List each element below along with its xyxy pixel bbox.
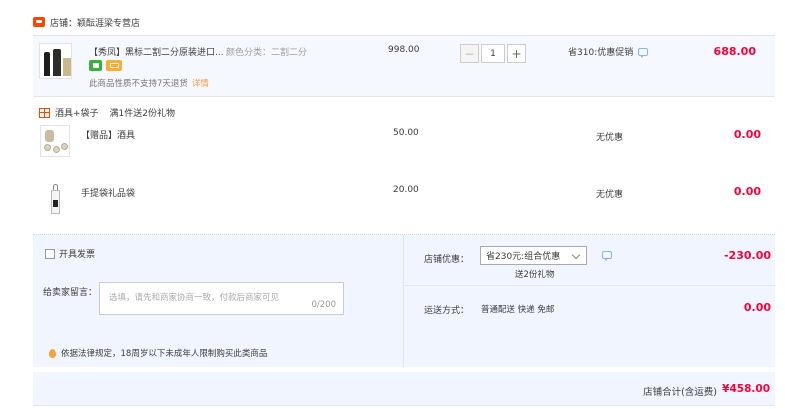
shop-name[interactable]: 店铺：颖酝涯梁专营店 bbox=[50, 16, 140, 29]
gift-thumbnail[interactable] bbox=[40, 125, 70, 157]
shop-promo-label: 店铺优惠： bbox=[424, 255, 470, 265]
gift-section-header: 酒具+袋子 满1件送2份礼物 bbox=[39, 106, 175, 119]
coupon-tag-icon bbox=[89, 60, 102, 71]
panel-divider bbox=[403, 235, 404, 368]
location-pin-icon bbox=[49, 348, 56, 358]
invoice-label: 开具发票 bbox=[59, 250, 96, 260]
legal-notice: 依据法律规定，18周岁以下未成年人限制购买此类商品 bbox=[49, 347, 267, 359]
invoice-option[interactable]: 开具发票 bbox=[45, 247, 95, 260]
product-title-link[interactable]: 【秀凤】黑标二割二分原装进口... bbox=[89, 45, 223, 58]
memo-placeholder: 选填，请先和商家协商一致，付款后商家可见 bbox=[109, 293, 280, 303]
gift-thumbnail[interactable] bbox=[48, 182, 62, 216]
quantity-stepper: − 1 + bbox=[460, 44, 526, 63]
gift-item-row: 手提袋礼品袋 20.00 无优惠 0.00 bbox=[33, 178, 775, 234]
card-tag-icon bbox=[106, 60, 122, 71]
order-options-panel: 开具发票 给卖家留言： 选填，请先和商家协商一致，付款后商家可见 0/200 依… bbox=[33, 234, 775, 368]
gift-price: 20.00 bbox=[393, 185, 419, 195]
item-subtotal: 688.00 bbox=[713, 45, 756, 58]
chevron-down-icon bbox=[571, 250, 581, 260]
gift-section-rule: 满1件送2份礼物 bbox=[109, 109, 175, 119]
quantity-decrease-button[interactable]: − bbox=[460, 44, 479, 63]
memo-label: 给卖家留言： bbox=[43, 288, 98, 298]
return-detail-link[interactable]: 详情 bbox=[192, 79, 209, 89]
invoice-checkbox[interactable] bbox=[45, 248, 55, 259]
shop-total-bar: 店铺合计(含运费) ¥458.00 bbox=[33, 372, 775, 406]
shop-header: 店铺：颖酝涯梁专营店 bbox=[33, 14, 140, 30]
chat-icon[interactable] bbox=[602, 251, 612, 261]
cart-item-main: 【秀凤】黑标二割二分原装进口... 颜色分类：二割二分 此商品性质不支持7天退货… bbox=[33, 35, 775, 97]
gift-item-row: 【赠品】酒具 50.00 无优惠 0.00 bbox=[33, 121, 775, 177]
quantity-input[interactable]: 1 bbox=[481, 44, 505, 63]
gift-price: 50.00 bbox=[393, 128, 419, 138]
legal-notice-text: 依据法律规定，18周岁以下未成年人限制购买此类商品 bbox=[61, 349, 268, 359]
shop-total-value: ¥458.00 bbox=[722, 383, 770, 395]
item-promotion: 省310:优惠促销 bbox=[568, 45, 649, 58]
shipping-method: 普通配送 快递 免邮 bbox=[481, 305, 555, 315]
shop-promo-select[interactable]: 省230元:组合优惠 bbox=[480, 246, 587, 265]
gift-subtotal: 0.00 bbox=[733, 185, 761, 198]
shop-total-label: 店铺合计(含运费) bbox=[643, 387, 717, 398]
product-sku: 颜色分类：二割二分 bbox=[226, 48, 308, 58]
memo-char-count: 0/200 bbox=[311, 300, 337, 310]
panel-divider bbox=[404, 285, 775, 286]
chat-icon[interactable] bbox=[638, 47, 649, 58]
product-thumbnail[interactable] bbox=[39, 43, 72, 79]
return-policy-note: 此商品性质不支持7天退货 详情 bbox=[89, 77, 209, 89]
gift-title[interactable]: 【赠品】酒具 bbox=[81, 128, 135, 141]
gift-discount: 无优惠 bbox=[596, 133, 624, 143]
shop-promo-selected: 省230元:组合优惠 bbox=[486, 252, 561, 262]
shipping-label: 运送方式： bbox=[424, 306, 470, 316]
quantity-increase-button[interactable]: + bbox=[507, 44, 526, 63]
gift-subtotal: 0.00 bbox=[733, 128, 761, 141]
shop-promo-amount: -230.00 bbox=[723, 249, 771, 262]
gift-title[interactable]: 手提袋礼品袋 bbox=[81, 186, 135, 199]
gift-section-title: 酒具+袋子 bbox=[55, 109, 99, 119]
memo-textarea[interactable]: 选填，请先和商家协商一致，付款后商家可见 0/200 bbox=[99, 282, 344, 315]
unit-price: 998.00 bbox=[388, 45, 420, 55]
gift-icon bbox=[39, 107, 50, 118]
gift-count-note: 送2份礼物 bbox=[515, 270, 555, 280]
shop-badge-icon bbox=[33, 17, 45, 27]
gift-discount: 无优惠 bbox=[596, 190, 624, 200]
return-policy-text: 此商品性质不支持7天退货 bbox=[89, 79, 188, 89]
service-tags bbox=[89, 60, 122, 71]
item-promotion-text: 省310:优惠促销 bbox=[568, 48, 634, 58]
shipping-amount: 0.00 bbox=[743, 301, 771, 314]
